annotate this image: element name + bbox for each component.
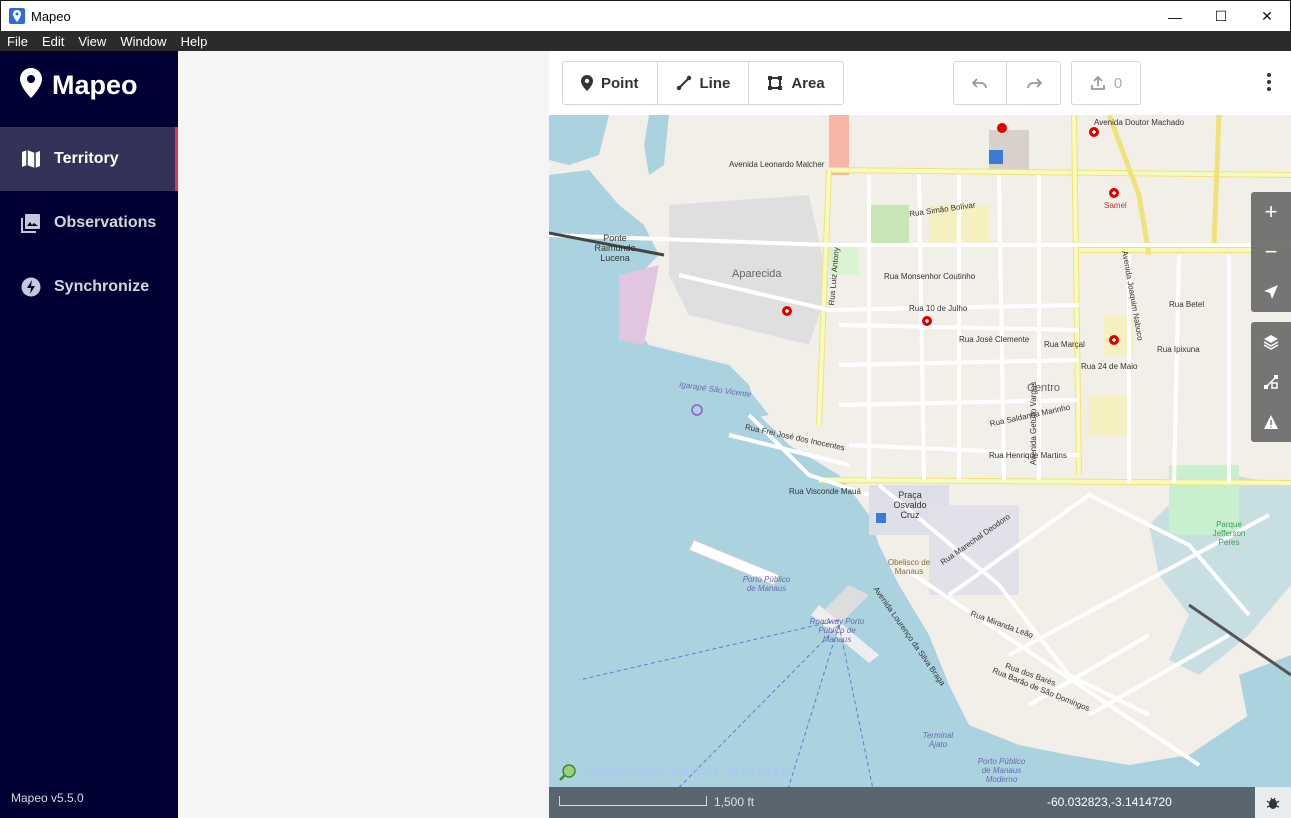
point-label: Point bbox=[601, 74, 639, 92]
map-label-rua-henrique: Rua Henrique Martins bbox=[989, 451, 1067, 460]
locate-button[interactable] bbox=[1251, 272, 1291, 312]
zoom-in-button[interactable]: + bbox=[1251, 192, 1291, 232]
redo-icon bbox=[1026, 78, 1042, 89]
scale-label: 1,500 ft bbox=[714, 795, 755, 809]
more-options-button[interactable] bbox=[1267, 73, 1271, 96]
history-group bbox=[953, 61, 1061, 105]
map-label-obelisco: Obelisco de Manaus bbox=[887, 558, 931, 576]
point-button[interactable]: Point bbox=[563, 62, 658, 104]
draw-mode-group: Point Line Area bbox=[562, 61, 844, 105]
pin-icon bbox=[581, 75, 593, 91]
map-label-porto-moderno: Porto Público de Manaus Moderno bbox=[977, 757, 1026, 784]
attribution-text: © OpenStreetMap contributors, CC-BY-SA 2… bbox=[583, 766, 788, 778]
line-label: Line bbox=[699, 74, 731, 92]
report-bug-button[interactable] bbox=[1255, 787, 1291, 818]
warning-icon bbox=[1264, 415, 1278, 429]
upload-button[interactable]: 0 bbox=[1071, 61, 1141, 105]
map-label-rua-10-julho: Rua 10 de Julho bbox=[909, 304, 968, 313]
sidebar-item-label: Synchronize bbox=[54, 278, 150, 295]
menu-bar: File Edit View Window Help bbox=[0, 31, 1291, 51]
minimize-button[interactable]: — bbox=[1152, 1, 1198, 32]
brand: Mapeo bbox=[20, 68, 138, 103]
sidebar-item-synchronize[interactable]: Synchronize bbox=[0, 255, 178, 319]
minus-icon: − bbox=[1264, 239, 1278, 264]
version-label: Mapeo v5.5.0 bbox=[11, 791, 84, 805]
content-panel bbox=[178, 51, 549, 818]
map-label-rua-jose-clemente: Rua José Clemente bbox=[959, 335, 1030, 344]
map-label-aparecida: Aparecida bbox=[732, 268, 782, 280]
maximize-button[interactable]: ☐ bbox=[1198, 1, 1244, 32]
zoom-controls: + − bbox=[1251, 192, 1291, 312]
menu-file[interactable]: File bbox=[0, 34, 35, 49]
menu-view[interactable]: View bbox=[71, 34, 113, 49]
map-label-rua-monsenhor: Rua Monsenhor Coutinho bbox=[884, 272, 976, 281]
minimize-icon: — bbox=[1168, 8, 1182, 25]
line-button[interactable]: Line bbox=[658, 62, 750, 104]
map-label-rua-ipixuna: Rua Ipixuna bbox=[1157, 345, 1200, 354]
map-label-av-doutor: Avenida Doutor Machado bbox=[1094, 118, 1185, 127]
map-label-samel: Samel bbox=[1104, 201, 1127, 210]
map-footer: 1,500 ft -60.032823,-3.1414720 bbox=[549, 787, 1291, 818]
more-vert-icon bbox=[1267, 73, 1271, 91]
line-icon bbox=[676, 75, 692, 91]
map-label-rua-24-maio: Rua 24 de Maio bbox=[1081, 362, 1138, 371]
window-title: Mapeo bbox=[31, 8, 71, 24]
map-panel: Point Line Area 0 Aparecida Centro Ponte… bbox=[549, 51, 1291, 818]
upload-icon bbox=[1090, 75, 1105, 90]
sidebar: Mapeo Territory Observations Synchronize… bbox=[0, 51, 178, 818]
sidebar-item-territory[interactable]: Territory bbox=[0, 127, 178, 191]
map-label-rua-visconde: Rua Visconde Mauá bbox=[789, 487, 861, 496]
map-base-layer bbox=[549, 115, 1291, 818]
sidebar-item-label: Territory bbox=[54, 150, 119, 167]
map-label-porto: Porto Público de Manaus bbox=[742, 575, 791, 593]
sidebar-item-label: Observations bbox=[54, 214, 157, 231]
undo-button[interactable] bbox=[954, 62, 1007, 104]
upload-count: 0 bbox=[1113, 74, 1123, 92]
brand-name: Mapeo bbox=[52, 70, 138, 100]
redo-button[interactable] bbox=[1007, 62, 1060, 104]
area-button[interactable]: Area bbox=[749, 62, 842, 104]
vertex-edit-icon bbox=[1264, 375, 1278, 389]
scale-bar bbox=[559, 796, 707, 806]
map-label-rua-marcal: Rua Marçal bbox=[1044, 340, 1085, 349]
map-canvas[interactable]: Aparecida Centro Ponte Raimundo Lucena P… bbox=[549, 115, 1291, 818]
close-icon: ✕ bbox=[1261, 8, 1273, 24]
edit-features-button[interactable] bbox=[1251, 362, 1291, 402]
undo-icon bbox=[972, 78, 987, 89]
coordinates-readout: -60.032823,-3.1414720 bbox=[1047, 795, 1172, 809]
issues-button[interactable] bbox=[1251, 402, 1291, 442]
map-label-praca: Praça Osvaldo Cruz bbox=[893, 490, 927, 520]
sidebar-item-observations[interactable]: Observations bbox=[0, 191, 178, 255]
map-attribution[interactable]: © OpenStreetMap contributors, CC-BY-SA 2… bbox=[559, 763, 787, 781]
menu-window[interactable]: Window bbox=[113, 34, 173, 49]
title-bar: Mapeo — ☐ ✕ bbox=[0, 0, 1291, 31]
map-label-terminal: Terminal Ajato bbox=[922, 731, 954, 749]
map-label-rua-betel: Rua Betel bbox=[1169, 300, 1205, 309]
maximize-icon: ☐ bbox=[1214, 8, 1228, 24]
location-pin-icon bbox=[20, 68, 42, 103]
bug-icon bbox=[1266, 797, 1280, 809]
area-icon bbox=[767, 75, 783, 91]
map-label-av-leonardo: Avenida Leonardo Malcher bbox=[729, 160, 825, 169]
close-button[interactable]: ✕ bbox=[1244, 1, 1290, 32]
navigation-arrow-icon bbox=[1264, 285, 1278, 299]
menu-help[interactable]: Help bbox=[174, 34, 215, 49]
zoom-out-button[interactable]: − bbox=[1251, 232, 1291, 272]
layers-icon bbox=[1263, 335, 1279, 350]
area-label: Area bbox=[791, 74, 825, 92]
photo-library-icon bbox=[21, 213, 41, 233]
map-label-ponte: Ponte Raimundo Lucena bbox=[594, 233, 636, 263]
map-side-controls bbox=[1251, 322, 1291, 442]
menu-edit[interactable]: Edit bbox=[35, 34, 71, 49]
plus-icon: + bbox=[1264, 199, 1278, 224]
map-toolbar: Point Line Area 0 bbox=[549, 51, 1291, 115]
flash-icon bbox=[21, 277, 41, 297]
magnifier-icon bbox=[559, 764, 576, 781]
map-label-roadway: Roadway Porto Público de Manaus bbox=[809, 617, 865, 644]
layers-button[interactable] bbox=[1251, 322, 1291, 362]
app-icon bbox=[9, 8, 25, 24]
map-icon bbox=[21, 149, 41, 169]
map-label-parque: Parque Jefferson Peres bbox=[1212, 520, 1246, 547]
